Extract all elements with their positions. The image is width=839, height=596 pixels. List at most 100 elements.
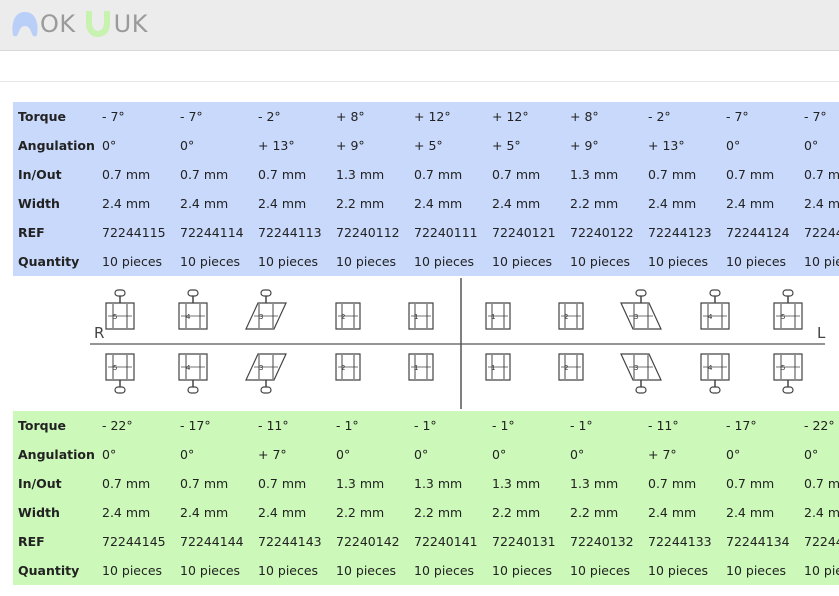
table-cell: 0.7 mm bbox=[180, 167, 229, 182]
table-cell: 2.2 mm bbox=[570, 505, 619, 520]
hook-icon bbox=[635, 386, 647, 394]
lower-row-angulation: Angulation 0° 0° + 7° 0° 0° 0° 0° + 7° 0° 0° bbox=[13, 440, 839, 469]
lower-bracket-3: 3 bbox=[245, 353, 287, 394]
row-label: Width bbox=[18, 505, 60, 520]
table-cell: 10 pieces bbox=[648, 254, 709, 269]
table-cell: - 11° bbox=[648, 418, 679, 433]
site-header: OK UK bbox=[0, 0, 839, 51]
table-cell: - 7° bbox=[180, 109, 203, 124]
hook-icon bbox=[187, 289, 199, 297]
upper-bracket-3: 3 bbox=[245, 289, 287, 330]
lower-bracket-8: 3 bbox=[620, 353, 662, 394]
hook-icon bbox=[709, 386, 721, 394]
table-cell: - 17° bbox=[180, 418, 211, 433]
table-cell: 0° bbox=[726, 138, 741, 153]
lower-spec-table: Torque - 22° - 17° - 11° - 1° - 1° - 1° - 1° - 1… bbox=[13, 411, 839, 585]
table-cell: 72240112 bbox=[336, 225, 400, 240]
bracket-number: 1 bbox=[414, 313, 418, 321]
upper-bracket-10: 5 bbox=[773, 289, 803, 330]
table-cell: + 7° bbox=[258, 447, 287, 462]
table-cell: 2.4 mm bbox=[258, 196, 307, 211]
table-cell: 10 pieces bbox=[414, 563, 475, 578]
table-cell: 10 pieces bbox=[804, 254, 839, 269]
row-label: Angulation bbox=[18, 447, 95, 462]
table-cell: 0° bbox=[492, 447, 507, 462]
hook-icon bbox=[260, 289, 272, 297]
table-cell: + 8° bbox=[570, 109, 599, 124]
table-cell: 2.2 mm bbox=[336, 196, 385, 211]
table-cell: 2.4 mm bbox=[414, 196, 463, 211]
table-cell: - 2° bbox=[258, 109, 281, 124]
table-cell: - 7° bbox=[726, 109, 749, 124]
lower-row-width: Width 2.4 mm 2.4 mm 2.4 mm 2.2 mm 2.2 mm 2.2 m… bbox=[13, 498, 839, 527]
bracket-number: 4 bbox=[708, 313, 713, 321]
hook-icon bbox=[260, 386, 272, 394]
logo-text-ok: OK bbox=[40, 10, 76, 38]
row-label: REF bbox=[18, 225, 45, 240]
table-cell: 2.2 mm bbox=[570, 196, 619, 211]
table-cell: 72240121 bbox=[492, 225, 556, 240]
table-cell: 72244134 bbox=[726, 534, 790, 549]
table-cell: 0.7 mm bbox=[102, 167, 151, 182]
row-label: Quantity bbox=[18, 254, 80, 269]
upper-bracket-7: 2 bbox=[558, 302, 584, 330]
lower-bracket-2: 4 bbox=[178, 353, 208, 394]
table-cell: 0.7 mm bbox=[414, 167, 463, 182]
table-cell: 72244123 bbox=[648, 225, 712, 240]
table-cell: 10 pieces bbox=[336, 563, 397, 578]
bracket-number: 5 bbox=[781, 313, 785, 321]
table-cell: + 12° bbox=[414, 109, 451, 124]
table-cell: + 9° bbox=[336, 138, 365, 153]
right-side-label: R bbox=[94, 324, 104, 342]
table-cell: 72240111 bbox=[414, 225, 478, 240]
table-cell: 0.7 mm bbox=[726, 476, 775, 491]
arch-logo-icon bbox=[85, 11, 110, 37]
table-cell: 1.3 mm bbox=[570, 167, 619, 182]
table-cell: 0° bbox=[414, 447, 429, 462]
upper-bracket-5: 1 bbox=[408, 302, 434, 330]
table-cell: 0.7 mm bbox=[180, 476, 229, 491]
table-cell: 10 pieces bbox=[492, 563, 553, 578]
table-cell: 10 pieces bbox=[414, 254, 475, 269]
table-cell: 1.3 mm bbox=[336, 167, 385, 182]
table-cell: 72240132 bbox=[570, 534, 634, 549]
lower-row-quantity: Quantity 10 pieces 10 pieces 10 pieces 10 pi… bbox=[13, 556, 839, 585]
table-cell: 10 pieces bbox=[180, 563, 241, 578]
hook-icon bbox=[635, 289, 647, 297]
table-cell: 72244143 bbox=[258, 534, 322, 549]
bracket-number: 5 bbox=[113, 313, 117, 321]
table-cell: 0° bbox=[726, 447, 741, 462]
table-cell: 0.7 mm bbox=[258, 167, 307, 182]
table-cell: - 22° bbox=[102, 418, 133, 433]
table-cell: 10 pieces bbox=[258, 254, 319, 269]
table-cell: 2.4 mm bbox=[726, 505, 775, 520]
table-cell: 1.3 mm bbox=[492, 476, 541, 491]
table-cell: 0° bbox=[804, 447, 819, 462]
table-cell: 10 pieces bbox=[102, 254, 163, 269]
table-cell: 72244125 bbox=[804, 225, 839, 240]
hook-icon bbox=[709, 289, 721, 297]
table-cell: - 1° bbox=[414, 418, 437, 433]
table-cell: 2.4 mm bbox=[804, 505, 839, 520]
table-cell: 0° bbox=[102, 447, 117, 462]
lower-bracket-9: 4 bbox=[700, 353, 730, 394]
bracket-number: 2 bbox=[341, 313, 345, 321]
upper-row-ref: REF 72244115 72244114 72244113 72240112 72240… bbox=[13, 218, 839, 247]
table-cell: + 7° bbox=[648, 447, 677, 462]
table-cell: 0° bbox=[570, 447, 585, 462]
table-cell: 0° bbox=[180, 138, 195, 153]
bracket-number: 4 bbox=[708, 364, 713, 372]
row-label: In/Out bbox=[18, 476, 62, 491]
table-cell: 2.4 mm bbox=[804, 196, 839, 211]
upper-row-angulation: Angulation 0° 0° + 13° + 9° + 5° + 5° + 9° + 13°… bbox=[13, 131, 839, 160]
table-cell: - 17° bbox=[726, 418, 757, 433]
row-label: Torque bbox=[18, 418, 66, 433]
table-cell: 72240122 bbox=[570, 225, 634, 240]
lower-bracket-4: 2 bbox=[335, 353, 361, 381]
table-cell: 0° bbox=[336, 447, 351, 462]
table-cell: 72244113 bbox=[258, 225, 322, 240]
table-cell: 1.3 mm bbox=[336, 476, 385, 491]
table-cell: 10 pieces bbox=[570, 563, 631, 578]
row-label: Angulation bbox=[18, 138, 95, 153]
logo[interactable]: OK UK bbox=[10, 8, 148, 40]
